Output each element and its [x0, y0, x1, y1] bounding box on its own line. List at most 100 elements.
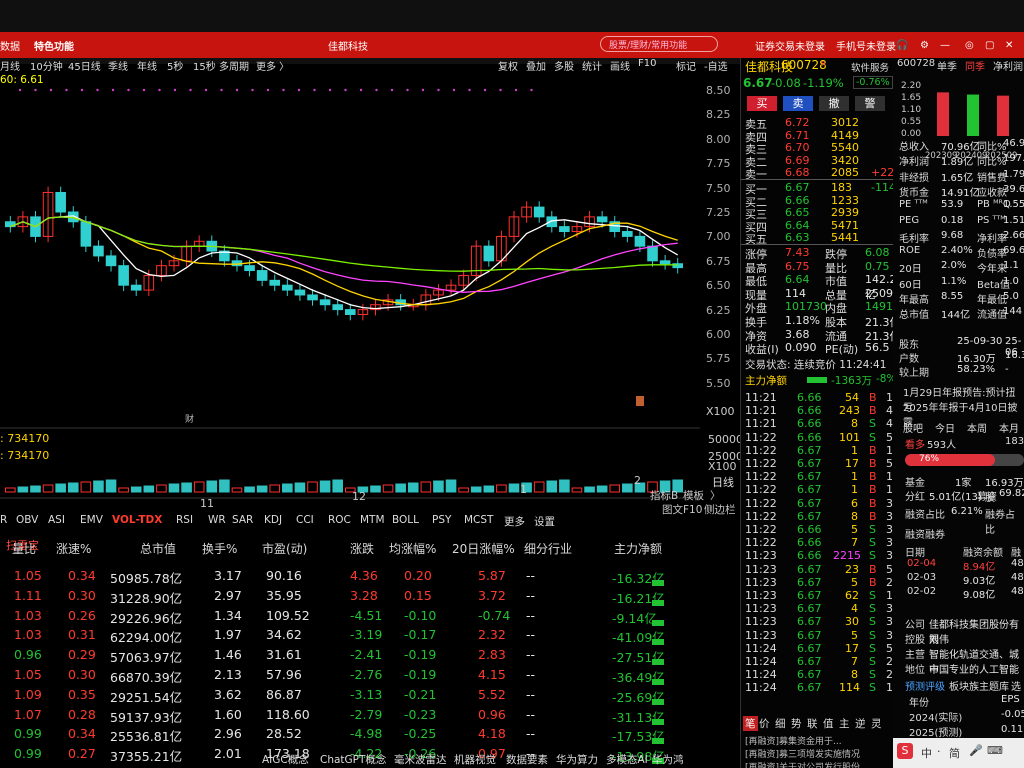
tick-row[interactable]: 11:24 6.67 17 S 5: [741, 642, 901, 655]
notice-line[interactable]: [再融资]募三项增发实施情况: [745, 747, 901, 760]
indicator-tab-mtm[interactable]: MTM: [360, 514, 385, 526]
tick-row[interactable]: 11:22 6.67 8 B 3: [741, 510, 901, 523]
concept-tag[interactable]: 机器视觉: [454, 752, 496, 767]
table-row[interactable]: 1.05 0.30 66870.39亿 2.13 57.96 -2.76 -0.19 4.15…: [0, 667, 740, 687]
stat-row[interactable]: 涨停 7.43 跌停 6.08: [741, 246, 901, 261]
nav-8[interactable]: 灵: [871, 716, 882, 731]
column-header[interactable]: 换手%: [202, 540, 237, 557]
f10-row[interactable]: 总收入 70.96亿 同比% 46.9: [893, 138, 1024, 153]
template-tab[interactable]: 模板: [683, 488, 704, 503]
tick-row[interactable]: 11:23 6.67 30 S 3: [741, 615, 901, 628]
f10-row[interactable]: 毛利率 9.68 净利率 2.66: [893, 230, 1024, 245]
chart-tool-3[interactable]: 统计: [582, 58, 602, 73]
restore-icon[interactable]: ▢: [985, 40, 994, 51]
f10-mid-row[interactable]: 主营 智能化轨道交通、城市: [893, 646, 1024, 676]
f10-mid-row[interactable]: 地位 中国专业的人工智能: [893, 661, 1024, 676]
concept-tag[interactable]: 多模态AI: [606, 752, 648, 767]
concept-tag[interactable]: 华为算力: [556, 752, 598, 767]
ask-row[interactable]: 卖三 6.70 5540: [741, 141, 901, 156]
vote-label[interactable]: 看多: [905, 436, 925, 451]
column-header[interactable]: 市盈(动): [262, 540, 307, 557]
bid-row[interactable]: 买一 6.67 183 -114: [741, 181, 901, 196]
tick-row[interactable]: 11:21 6.66 8 S 4: [741, 417, 901, 430]
table-row[interactable]: 1.03 0.26 29226.96亿 1.34 109.52 -4.51 -0.10 -0.…: [0, 608, 740, 628]
nav-6[interactable]: 主: [839, 716, 850, 731]
period-8[interactable]: 更多 〉: [256, 58, 289, 73]
indicator-tab-psy[interactable]: PSY: [432, 514, 451, 526]
headset-icon[interactable]: 🎧: [896, 40, 908, 51]
hot-tab-3[interactable]: 本月: [999, 420, 1019, 435]
tick-row[interactable]: 11:23 6.67 5 B 2: [741, 576, 901, 589]
ime-simple[interactable]: 简: [949, 745, 960, 761]
f10-tab-2[interactable]: 净利润: [993, 58, 1023, 73]
f10-row[interactable]: 净利润1.89亿同比%197.8: [893, 153, 1024, 168]
nav-0[interactable]: 笔: [743, 716, 758, 731]
period-3[interactable]: 季线: [108, 58, 128, 73]
period-0[interactable]: 月线: [0, 58, 20, 73]
notice-line[interactable]: [再融资]关于对公司发行股份...: [745, 760, 901, 768]
indicator-tab-boll[interactable]: BOLL: [392, 514, 419, 526]
f10-mid-row[interactable]: 控股 刘伟: [893, 631, 1024, 646]
ask-row[interactable]: 卖一 6.68 2085 +220: [741, 166, 901, 181]
hot-tab-2[interactable]: 本周: [967, 420, 987, 435]
f10-row[interactable]: 总市值 144亿 流通值 144: [893, 306, 1024, 321]
bid-row[interactable]: 买五 6.63 5441: [741, 231, 901, 246]
hot-tab-1[interactable]: 今日: [935, 420, 955, 435]
chart-tool-5[interactable]: F10: [638, 58, 656, 69]
indicator-tab-r[interactable]: R: [0, 514, 7, 526]
indicator-tab-mcst[interactable]: MCST: [464, 514, 493, 526]
skin-icon[interactable]: ◎: [965, 40, 974, 51]
chart-tool-0[interactable]: 复权: [498, 58, 518, 73]
indicator-tab-更多[interactable]: 更多: [504, 514, 525, 529]
tick-row[interactable]: 11:22 6.67 17 B 5: [741, 457, 901, 470]
column-header[interactable]: 涨跌: [350, 540, 374, 557]
tick-row[interactable]: 11:236.6762S12: [741, 589, 901, 602]
indicator-tab-rsi[interactable]: RSI: [176, 514, 193, 526]
column-header[interactable]: 涨速%: [56, 540, 91, 557]
indicator-tab-emv[interactable]: EMV: [80, 514, 103, 526]
ask-row[interactable]: 卖四 6.71 4149: [741, 129, 901, 144]
menu-item-data[interactable]: 数据: [0, 38, 20, 53]
hot-tab-0[interactable]: 股吧: [903, 420, 923, 435]
period-4[interactable]: 年线: [137, 58, 157, 73]
column-header[interactable]: 总市值: [140, 540, 176, 557]
notice-line[interactable]: [再融资]募集资金用于...: [745, 734, 901, 747]
indicator-tab-wr[interactable]: WR: [208, 514, 226, 526]
tick-row[interactable]: 11:22 6.67 6 B 3: [741, 497, 901, 510]
f10-mid-row[interactable]: 日期 融资余额融: [893, 544, 1024, 559]
chart-tool-7[interactable]: -自选: [704, 58, 728, 73]
gear-icon[interactable]: ⚙: [920, 40, 929, 51]
close-icon[interactable]: ✕: [1005, 40, 1013, 51]
menu-item-features[interactable]: 特色功能: [34, 38, 74, 53]
ask-row[interactable]: 卖二 6.69 3420: [741, 154, 901, 169]
f10-tab[interactable]: 图文F10: [662, 502, 702, 517]
period-2[interactable]: 45日线: [68, 58, 101, 73]
service-label[interactable]: 软件服务: [851, 60, 889, 74]
f10-mid-row[interactable]: 公司 佳都科技集团股份有限: [893, 616, 1024, 646]
chart-tool-4[interactable]: 画线: [610, 58, 630, 73]
f10-mid-row[interactable]: 预测评级 板块族 主题库选: [893, 678, 1024, 693]
search-input[interactable]: 股票/理财/常用功能: [600, 36, 718, 52]
nav-7[interactable]: 逆: [855, 716, 866, 731]
tick-row[interactable]: 11:24 6.67 8 S 2: [741, 668, 901, 681]
tick-row[interactable]: 11:216.6654B12: [741, 391, 901, 404]
table-row[interactable]: 0.96 0.29 57063.97亿 1.46 31.61 -2.41 -0.19 2.83…: [0, 647, 740, 667]
f10-row[interactable]: 20日 2.0% 今年来 1.1: [893, 260, 1024, 275]
table-row[interactable]: 1.09 0.35 29251.54亿 3.62 86.87 -3.13 -0.21 5.52…: [0, 687, 740, 707]
stat-row[interactable]: 最低 6.64 市值 142.2亿: [741, 273, 901, 301]
tick-row[interactable]: 11:22 6.66 5 S 3: [741, 523, 901, 536]
bid-row[interactable]: 买二 6.66 1233: [741, 194, 901, 209]
f10-row[interactable]: PE ᵀᵀᴹ 53.9 PB ᴹᴿQ 1.55: [893, 199, 1024, 213]
chart-tool-1[interactable]: 叠加: [526, 58, 546, 73]
trade-button-0[interactable]: 买: [747, 96, 777, 111]
concept-tag[interactable]: AIGC概念: [262, 752, 309, 767]
tick-row[interactable]: 11:246.67114S14: [741, 681, 901, 694]
stat-row[interactable]: 现量 114 总量 250916: [741, 287, 907, 302]
mic-icon[interactable]: 🎤: [969, 744, 983, 757]
tick-row[interactable]: 11:22 6.66 7 S 3: [741, 536, 901, 549]
bid-row[interactable]: 买四 6.64 5471: [741, 219, 901, 234]
keyboard-icon[interactable]: ⌨: [987, 744, 1003, 757]
trade-button-1[interactable]: 卖: [783, 96, 813, 111]
f10-mid-row[interactable]: 基金 1家 16.93万股: [893, 474, 1024, 504]
tick-row[interactable]: 11:22 6.66 101 S 5: [741, 431, 901, 444]
